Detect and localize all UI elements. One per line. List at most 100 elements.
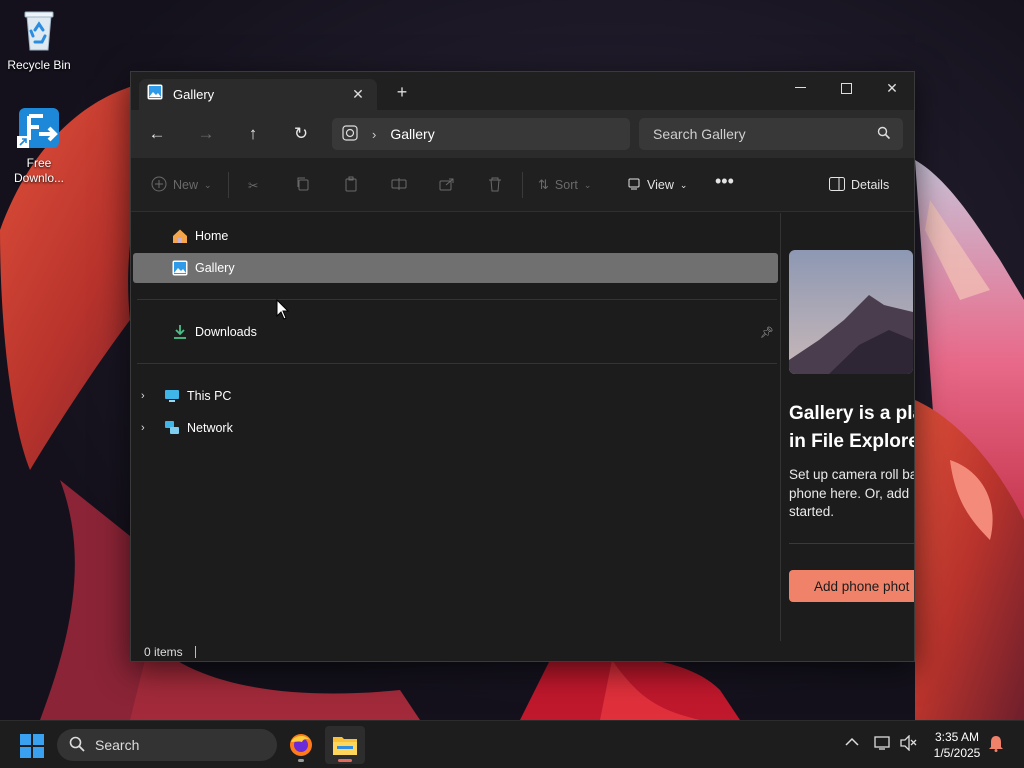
chevron-down-icon: ⌄: [204, 179, 212, 190]
taskbar-search-label: Search: [95, 737, 140, 753]
file-explorer-window: Gallery ✕ + ✕ ← → ↑ ↻ › Gallery Search G…: [130, 71, 915, 662]
nav-label-downloads: Downloads: [195, 325, 257, 339]
minimize-button[interactable]: [777, 72, 823, 104]
mouse-cursor-icon: [276, 298, 290, 325]
network-icon: [163, 419, 181, 437]
expand-chevron-icon[interactable]: ›: [141, 390, 155, 402]
details-description: Set up camera roll ba phone here. Or, ad…: [789, 466, 915, 522]
free-download-manager-desktop-icon[interactable]: Free Downlo...: [0, 104, 78, 186]
taskbar-firefox[interactable]: [281, 726, 321, 764]
details-pane-button[interactable]: Details: [829, 174, 889, 196]
back-button[interactable]: ←: [144, 122, 170, 146]
details-label: Details: [851, 178, 890, 192]
ellipsis-icon: •••: [715, 170, 734, 191]
command-bar: New ⌄ ✂ ⇅ Sort ⌄ View ⌄ ••• Details: [131, 158, 914, 212]
start-button[interactable]: [20, 734, 44, 763]
nav-label-this-pc: This PC: [187, 389, 232, 403]
trash-icon: [487, 176, 503, 195]
maximize-button[interactable]: [823, 72, 869, 104]
expand-chevron-icon[interactable]: ›: [141, 422, 155, 434]
windows-logo-icon: [20, 734, 44, 758]
copy-icon: [295, 176, 311, 195]
nav-item-network[interactable]: › Network: [133, 413, 778, 443]
notifications-button[interactable]: [988, 734, 1004, 755]
rename-icon: [391, 176, 407, 195]
download-manager-label: Free Downlo...: [13, 156, 65, 185]
new-label: New: [173, 178, 199, 192]
details-body-line-3: started.: [789, 504, 835, 519]
rename-button[interactable]: [391, 174, 407, 196]
recycle-bin-desktop-icon[interactable]: Recycle Bin: [0, 6, 78, 73]
nav-label-gallery: Gallery: [195, 261, 235, 275]
close-tab-icon[interactable]: ✕: [345, 86, 371, 103]
navigation-pane: Home Gallery Downloads 📌︎ › This PC › Ne…: [131, 213, 781, 641]
clipboard-icon: [343, 176, 359, 195]
plus-circle-icon: [151, 176, 167, 195]
content-area: Home Gallery Downloads 📌︎ › This PC › Ne…: [131, 213, 915, 641]
status-bar: 0 items: [131, 641, 914, 661]
title-bar: Gallery ✕ + ✕: [131, 72, 914, 110]
forward-button[interactable]: →: [193, 122, 219, 146]
taskbar-search[interactable]: Search: [57, 729, 277, 761]
refresh-button[interactable]: ↻: [288, 122, 314, 146]
gallery-illustration: [789, 250, 913, 374]
chevron-up-icon: [845, 737, 859, 746]
nav-item-this-pc[interactable]: › This PC: [133, 381, 778, 411]
home-icon: [171, 227, 189, 245]
gallery-icon: [171, 259, 189, 277]
network-status-button[interactable]: [874, 735, 892, 754]
taskbar: Search 3:35 AM 1/5/2025: [0, 720, 1024, 768]
view-icon: [627, 177, 641, 194]
copy-button[interactable]: [295, 174, 311, 196]
nav-divider: [137, 299, 777, 300]
address-bar[interactable]: › Gallery: [332, 118, 630, 150]
recycle-bin-label: Recycle Bin: [7, 58, 71, 72]
bell-icon: [989, 736, 1003, 752]
tab-title: Gallery: [173, 87, 215, 102]
new-button[interactable]: New ⌄: [151, 174, 212, 196]
search-placeholder: Search Gallery: [653, 126, 746, 142]
up-button[interactable]: ↑: [240, 122, 266, 146]
nav-item-home[interactable]: Home: [133, 221, 778, 251]
nav-item-downloads[interactable]: Downloads 📌︎: [133, 317, 778, 347]
recycle-bin-icon: [15, 6, 63, 54]
status-divider: [194, 646, 196, 658]
delete-button[interactable]: [487, 174, 503, 196]
nav-item-gallery[interactable]: Gallery: [133, 253, 778, 283]
volume-button[interactable]: [900, 734, 918, 754]
nav-label-home: Home: [195, 229, 229, 243]
add-phone-photos-button[interactable]: Add phone phot: [789, 570, 914, 602]
view-button[interactable]: View ⌄: [627, 174, 687, 196]
toolbar-divider: [522, 172, 523, 198]
breadcrumb-chevron-icon: ›: [372, 126, 377, 142]
taskbar-file-explorer[interactable]: [325, 726, 365, 764]
details-pane: Gallery is a pla in File Explore Set up …: [788, 213, 915, 641]
clock[interactable]: 3:35 AM 1/5/2025: [926, 729, 988, 761]
search-input[interactable]: Search Gallery: [639, 118, 903, 150]
paste-button[interactable]: [343, 174, 359, 196]
details-pane-icon: [829, 176, 845, 194]
sort-button[interactable]: ⇅ Sort ⌄: [538, 174, 591, 196]
cut-button[interactable]: ✂: [248, 174, 258, 196]
gallery-location-icon: [342, 124, 358, 144]
pane-splitter[interactable]: [780, 213, 781, 641]
view-label: View: [647, 178, 674, 192]
share-button[interactable]: [439, 174, 455, 196]
details-body-line-1: Set up camera roll ba: [789, 467, 915, 482]
tab-gallery[interactable]: Gallery ✕: [139, 79, 377, 110]
monitor-network-icon: [874, 736, 890, 750]
pin-icon[interactable]: 📌︎: [760, 326, 774, 339]
toolbar-divider: [228, 172, 229, 198]
sort-label: Sort: [554, 178, 578, 192]
scissors-icon: ✂: [248, 178, 259, 193]
show-hidden-icons-button[interactable]: [845, 735, 859, 750]
folder-icon: [333, 737, 357, 755]
details-heading: Gallery is a pla in File Explore: [789, 400, 914, 456]
new-tab-button[interactable]: +: [389, 82, 415, 103]
details-body-line-2: phone here. Or, add: [789, 485, 910, 501]
search-icon: [877, 126, 891, 143]
more-options-button[interactable]: •••: [715, 170, 734, 192]
navigation-bar: ← → ↑ ↻ › Gallery Search Gallery: [131, 110, 914, 158]
breadcrumb-gallery[interactable]: Gallery: [390, 126, 434, 142]
close-window-button[interactable]: ✕: [869, 72, 914, 104]
